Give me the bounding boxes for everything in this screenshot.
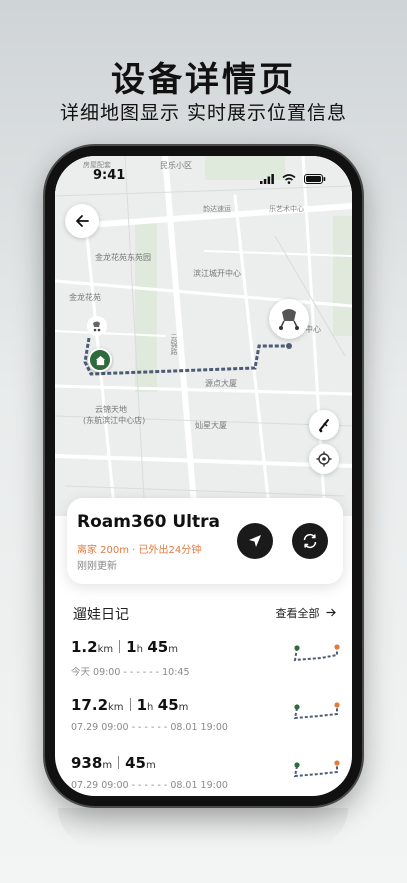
stroller-icon xyxy=(87,316,107,336)
route-line xyxy=(83,316,292,376)
promo-title: 设备详情页 xyxy=(111,60,296,100)
stroller-icon[interactable] xyxy=(269,299,309,339)
device-name: Roam360 Ultra xyxy=(77,512,220,532)
diary-entry[interactable]: 17.2km 1h 45m 07.29 09:00 - - - - - - 08.… xyxy=(71,696,341,754)
back-button[interactable] xyxy=(65,204,99,238)
home-icon[interactable] xyxy=(88,348,112,372)
stroller-toggle-icon xyxy=(319,419,329,433)
refresh-icon xyxy=(303,533,317,549)
back-arrow-icon xyxy=(76,215,89,227)
status-bar: 9:41 xyxy=(55,156,352,190)
entry-time-range: 07.29 09:00 - - - - - - 08.01 19:00 xyxy=(71,780,228,791)
diary-entry[interactable]: 1.2km 1h 45m 今天 09:00 - - - - - - 10:45 xyxy=(71,638,341,696)
route-thumbnail xyxy=(293,702,340,720)
entry-stats: 1.2km 1h 45m xyxy=(71,638,178,656)
status-time: 9:41 xyxy=(93,168,126,183)
phone-reflection xyxy=(58,808,348,848)
locate-icon xyxy=(316,451,332,467)
status-icons xyxy=(259,169,326,188)
locate-button[interactable] xyxy=(309,444,339,474)
entry-time-range: 07.29 09:00 - - - - - - 08.01 19:00 xyxy=(71,722,228,733)
device-status: 离家 200m · 已外出24分钟 xyxy=(77,545,202,556)
wifi-icon xyxy=(282,174,296,184)
promo-subtitle: 详细地图显示 实时展示位置信息 xyxy=(59,102,348,124)
refresh-button[interactable] xyxy=(292,523,328,559)
screen: 民乐小区 房屋配套 韵达速运 金龙花苑东苑园 滨江城开中心 金龙花苑 云锦路 源… xyxy=(55,156,352,796)
diary-entry[interactable]: 938m 45m 07.29 09:00 - - - - - - 08.01 19… xyxy=(71,754,341,796)
map-view[interactable]: 民乐小区 房屋配套 韵达速运 金龙花苑东苑园 滨江城开中心 金龙花苑 云锦路 源… xyxy=(55,156,352,519)
entry-stats: 17.2km 1h 45m xyxy=(71,696,189,714)
entry-time-range: 今天 09:00 - - - - - - 10:45 xyxy=(71,667,190,678)
diary-title: 遛娃日记 xyxy=(73,607,129,623)
signal-icon xyxy=(259,174,274,184)
navigate-icon xyxy=(249,535,261,547)
view-all-label: 查看全部 xyxy=(275,607,320,620)
phone-frame: 民乐小区 房屋配套 韵达速运 金龙花苑东苑园 滨江城开中心 金龙花苑 云锦路 源… xyxy=(45,146,362,806)
route-thumbnail xyxy=(293,760,340,778)
route-thumbnail xyxy=(293,644,340,662)
entry-stats: 938m 45m xyxy=(71,754,156,772)
chevron-right-icon xyxy=(326,608,336,617)
navigate-button[interactable] xyxy=(237,523,273,559)
view-all-link[interactable]: 查看全部 xyxy=(276,605,337,621)
battery-icon xyxy=(304,174,326,184)
device-updated: 刚刚更新 xyxy=(77,561,117,572)
device-card[interactable]: Roam360 Ultra 离家 200m · 已外出24分钟 刚刚更新 xyxy=(67,498,343,584)
stroller-toggle-button[interactable] xyxy=(309,410,339,440)
